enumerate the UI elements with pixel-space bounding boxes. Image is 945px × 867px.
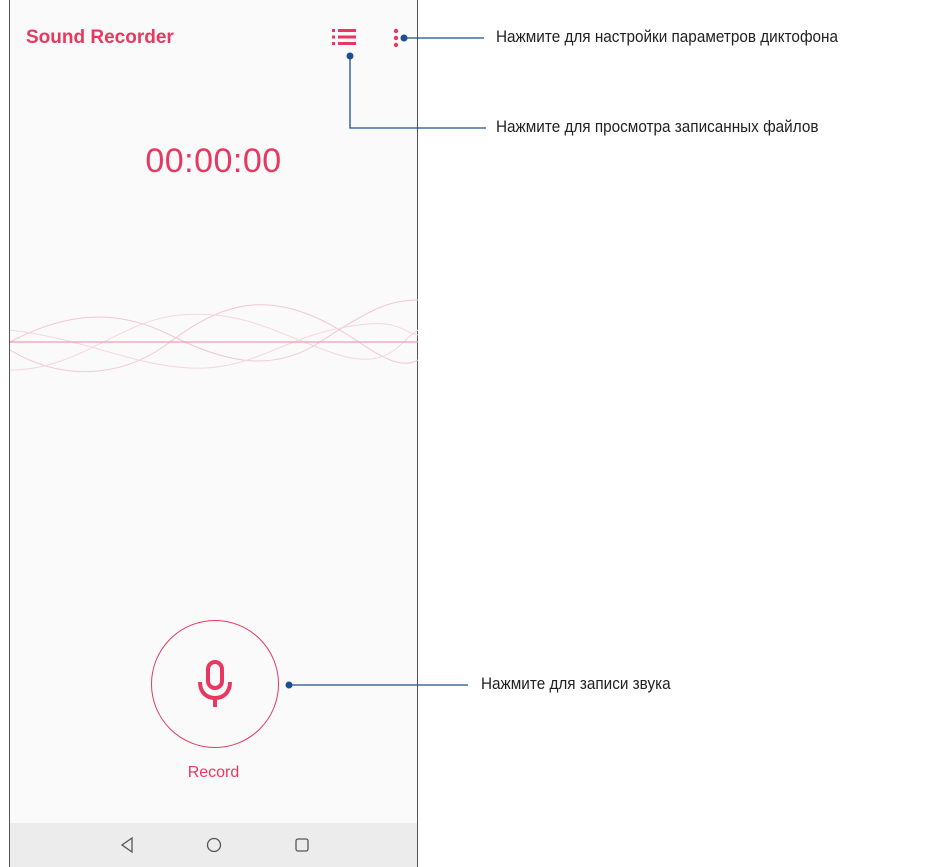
timer-display: 00:00:00 bbox=[145, 142, 282, 180]
record-button[interactable] bbox=[151, 620, 279, 748]
back-triangle-icon[interactable] bbox=[118, 836, 136, 854]
callout-files: Нажмите для просмотра записанных файлов bbox=[496, 117, 819, 136]
record-label: Record bbox=[187, 764, 240, 781]
system-navbar bbox=[10, 823, 417, 867]
list-icon[interactable] bbox=[332, 26, 356, 48]
app-title: Sound Recorder bbox=[26, 27, 174, 48]
waveform-visual bbox=[10, 299, 418, 372]
microphone-icon bbox=[198, 660, 232, 707]
callout-record: Нажмите для записи звука bbox=[481, 674, 671, 693]
recents-square-icon[interactable] bbox=[293, 836, 311, 854]
callout-settings: Нажмите для настройки параметров диктофо… bbox=[496, 27, 838, 46]
home-circle-icon[interactable] bbox=[205, 836, 223, 854]
phone-screen: Sound Recorder 00:00:00 Record bbox=[9, 0, 418, 867]
more-vertical-icon[interactable] bbox=[391, 28, 401, 48]
